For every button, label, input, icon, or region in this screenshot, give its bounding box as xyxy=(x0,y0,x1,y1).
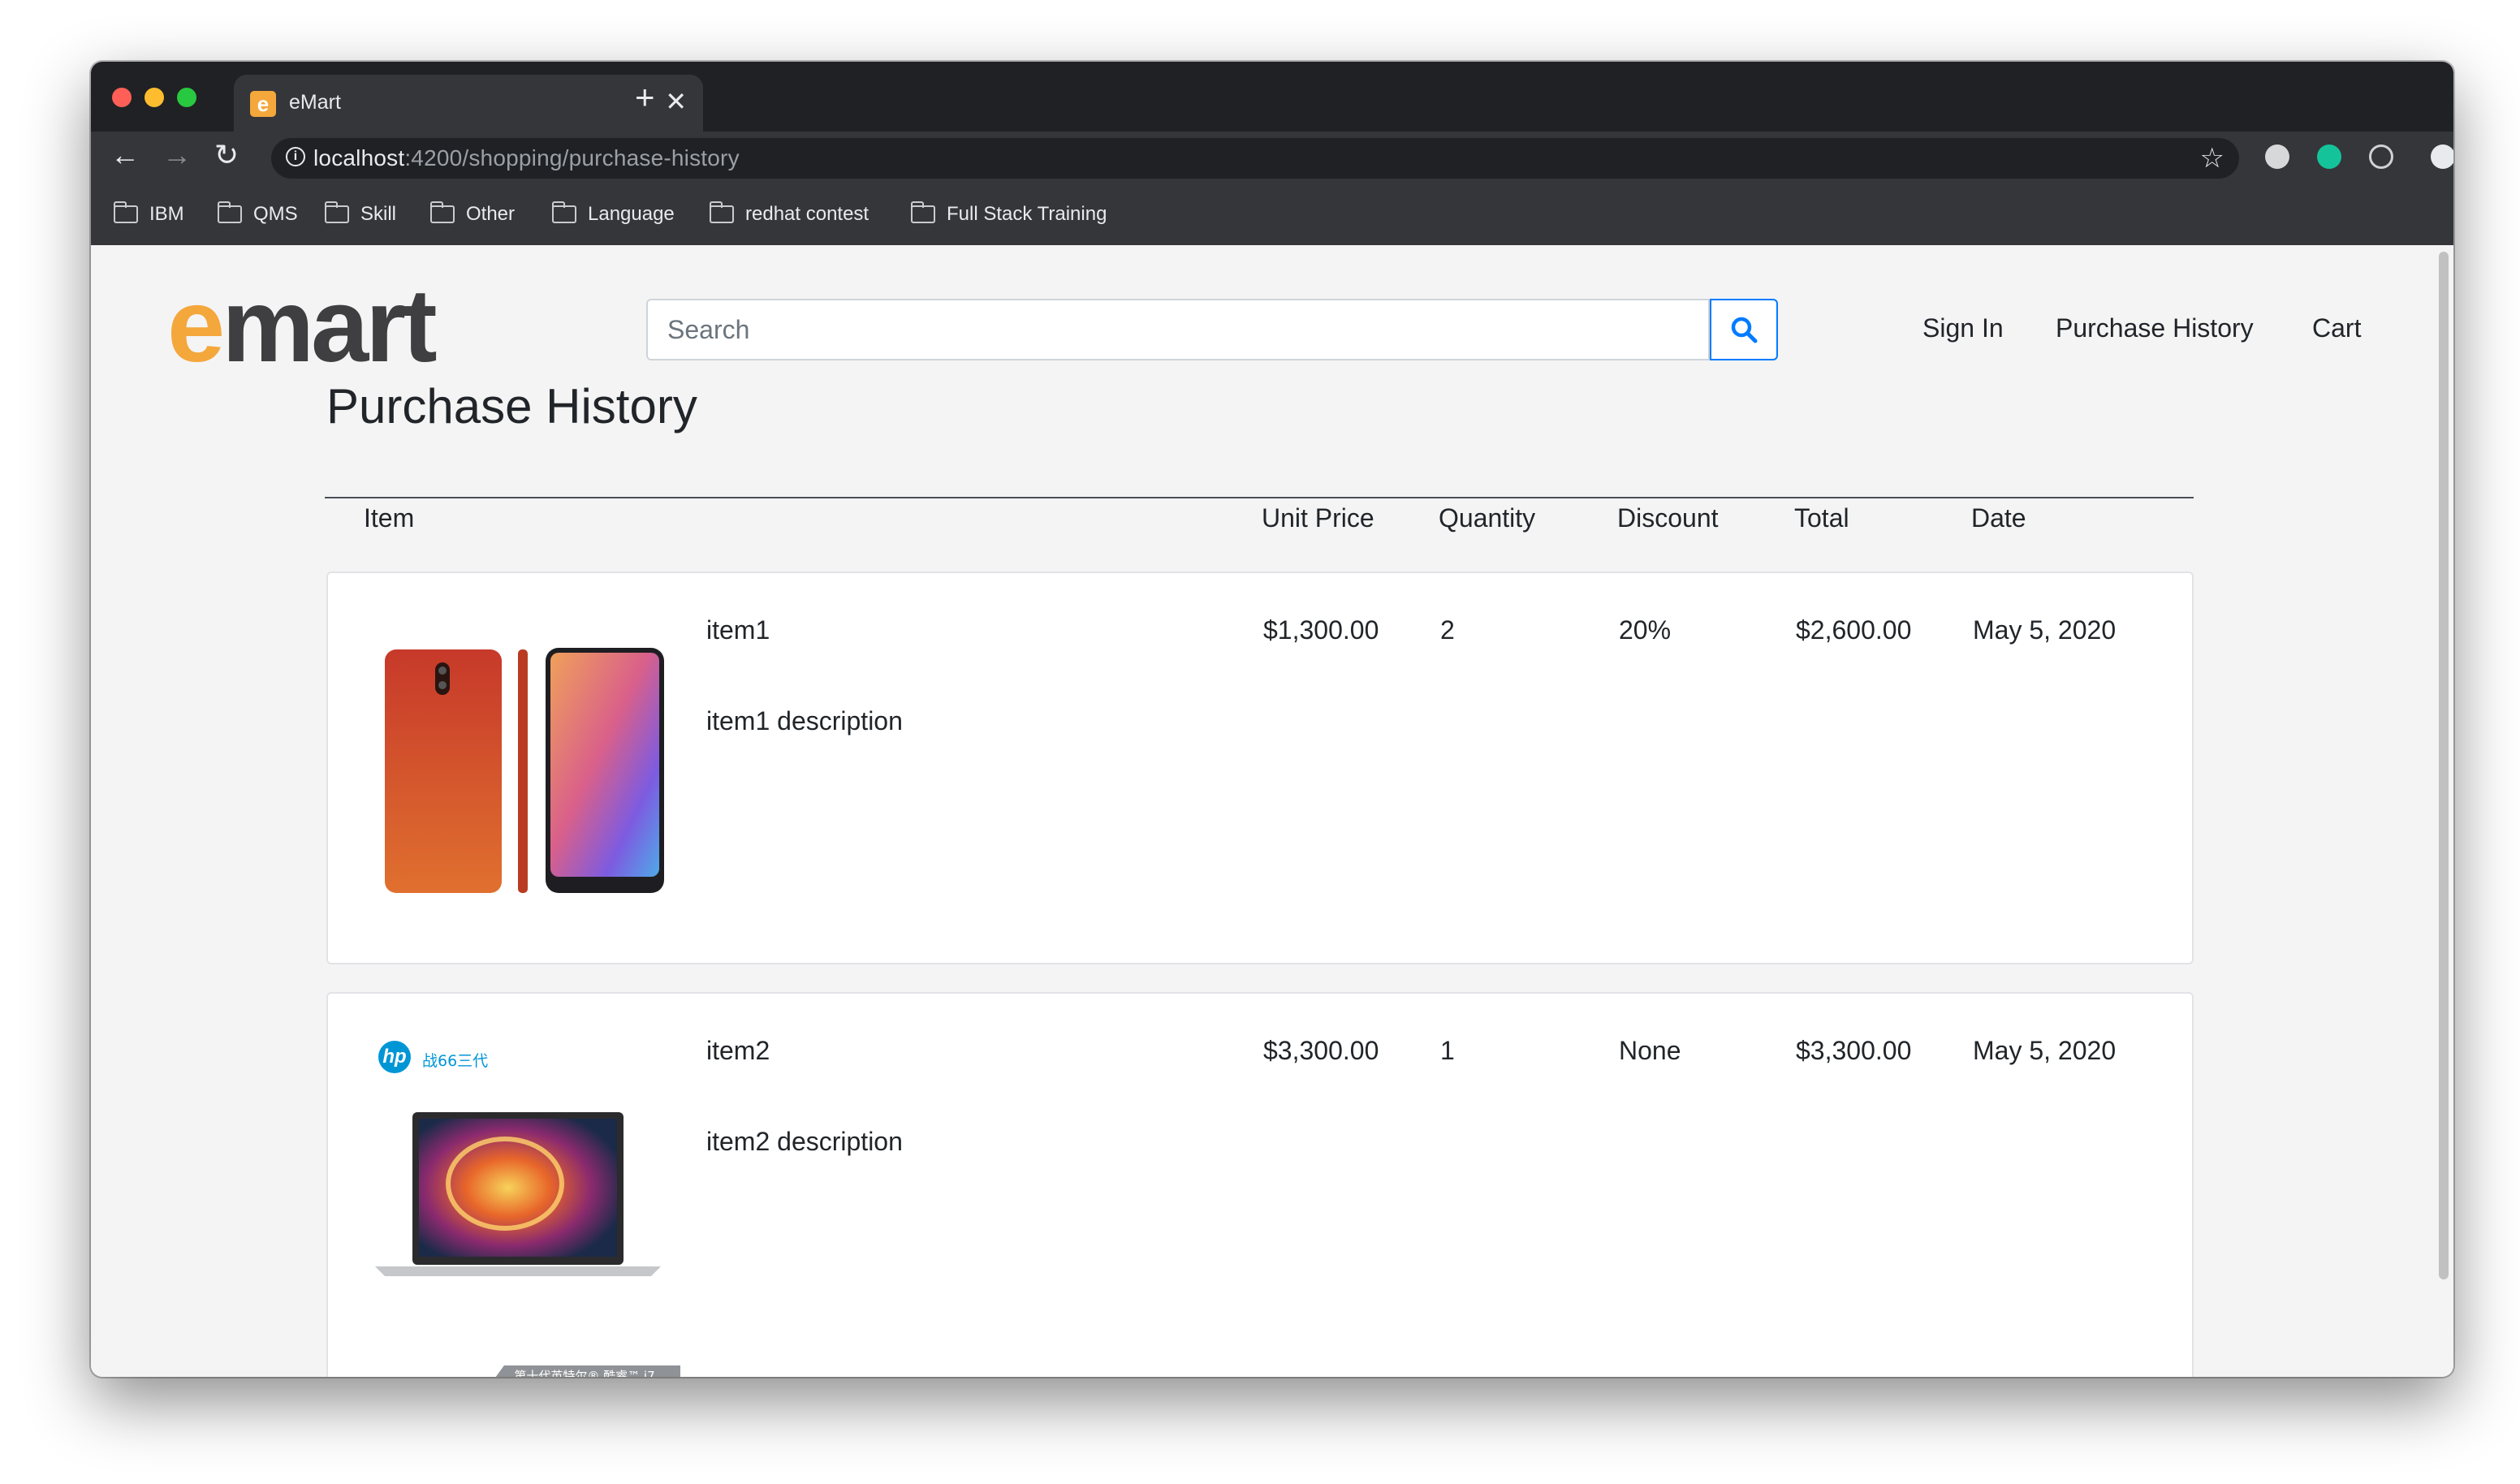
bookmark-label: Full Stack Training xyxy=(947,203,1107,225)
bookmark-label: QMS xyxy=(253,203,298,225)
bookmarks-bar: IBM QMS Skill Other Language redhat cont… xyxy=(91,183,2453,246)
bookmark-folder-skill[interactable]: Skill xyxy=(325,201,397,226)
bookmark-label: Language xyxy=(588,203,675,225)
header-divider xyxy=(325,497,2194,498)
order-item-name: item2 xyxy=(706,1036,770,1065)
bookmark-star-icon[interactable]: ☆ xyxy=(2200,142,2224,175)
window-controls xyxy=(112,88,196,107)
order-discount: None xyxy=(1619,1036,1681,1065)
page-content: emart Sign In Purchase History Cart Purc… xyxy=(91,245,2453,1377)
minimize-window-button[interactable] xyxy=(145,88,164,107)
laptop-model-text: 战66三代 xyxy=(422,1052,489,1070)
browser-tab[interactable]: e eMart ✕ xyxy=(234,75,703,132)
back-arrow-icon[interactable]: ← xyxy=(110,138,140,172)
nav-sign-in-link[interactable]: Sign In xyxy=(1922,313,2004,343)
folder-icon xyxy=(325,201,349,223)
url-text[interactable]: localhost:4200/shopping/purchase-history xyxy=(313,145,740,171)
column-header-item: Item xyxy=(364,503,415,533)
logo-letter-e: e xyxy=(167,268,225,384)
folder-icon xyxy=(430,201,455,223)
url-path: :4200/shopping/purchase-history xyxy=(404,145,740,170)
emart-favicon-icon: e xyxy=(250,91,276,117)
laptop-banner-text: 第十代英特尔® 酷睿™ i7 xyxy=(489,1365,680,1377)
laptop-illustration xyxy=(375,1112,661,1276)
nav-cart-link[interactable]: Cart xyxy=(2312,313,2361,343)
folder-icon xyxy=(911,201,935,223)
order-unit-price: $3,300.00 xyxy=(1263,1036,1379,1065)
order-item-description: item2 description xyxy=(706,1127,903,1156)
site-info-icon[interactable]: i xyxy=(286,147,305,166)
order-unit-price: $1,300.00 xyxy=(1263,615,1379,645)
order-date: May 5, 2020 xyxy=(1973,1036,2117,1065)
url-host: localhost xyxy=(313,145,405,170)
order-quantity: 1 xyxy=(1440,1036,1455,1065)
order-item-description: item1 description xyxy=(706,706,903,736)
close-window-button[interactable] xyxy=(112,88,132,107)
reload-icon[interactable]: ↻ xyxy=(214,138,239,172)
folder-icon xyxy=(218,201,242,223)
bookmark-label: Skill xyxy=(360,203,397,225)
order-item-name: item1 xyxy=(706,615,770,645)
red-smartphone-image xyxy=(385,648,664,893)
search-button[interactable] xyxy=(1710,299,1778,360)
bookmark-folder-qms[interactable]: QMS xyxy=(218,201,298,226)
column-header-date: Date xyxy=(1971,503,2026,533)
extension-record-icon[interactable] xyxy=(2265,145,2289,169)
hp-laptop-image: hp 战66三代 第十代英特尔® 酷睿™ i7 xyxy=(375,1038,684,1377)
react-devtools-icon[interactable] xyxy=(2369,145,2393,169)
order-card: item1 item1 description $1,300.00 2 20% … xyxy=(326,572,2194,964)
order-card: hp 战66三代 第十代英特尔® 酷睿™ i7 item2 item2 desc… xyxy=(326,992,2194,1377)
emart-logo[interactable]: emart xyxy=(167,274,438,378)
bookmark-label: redhat contest xyxy=(745,203,869,225)
bookmark-folder-full-stack-training[interactable]: Full Stack Training xyxy=(911,201,1107,226)
nav-purchase-history-link[interactable]: Purchase History xyxy=(2056,313,2254,343)
page-scrollbar[interactable] xyxy=(2439,252,2449,1279)
tab-strip: e eMart ✕ + xyxy=(91,62,2453,132)
logo-text: mart xyxy=(222,268,437,384)
browser-window: e eMart ✕ + ← → ↻ i localhost:4200/shopp… xyxy=(91,62,2453,1377)
new-tab-icon[interactable]: + xyxy=(635,78,655,117)
profile-avatar-icon[interactable] xyxy=(2431,145,2453,169)
tab-title: eMart xyxy=(289,91,341,114)
search-input[interactable] xyxy=(646,299,1710,360)
address-toolbar: ← → ↻ i localhost:4200/shopping/purchase… xyxy=(91,132,2453,183)
bookmark-folder-redhat-contest[interactable]: redhat contest xyxy=(710,201,869,226)
order-quantity: 2 xyxy=(1440,615,1455,645)
order-discount: 20% xyxy=(1619,615,1672,645)
close-tab-icon[interactable]: ✕ xyxy=(665,86,687,117)
column-header-discount: Discount xyxy=(1617,503,1719,533)
folder-icon xyxy=(552,201,576,223)
bookmark-folder-ibm[interactable]: IBM xyxy=(114,201,184,226)
column-header-total: Total xyxy=(1794,503,1849,533)
bookmark-label: Other xyxy=(466,203,516,225)
column-header-quantity: Quantity xyxy=(1439,503,1536,533)
hp-logo-icon: hp xyxy=(378,1041,411,1073)
bookmark-folder-language[interactable]: Language xyxy=(552,201,675,226)
order-date: May 5, 2020 xyxy=(1973,615,2117,645)
folder-icon xyxy=(114,201,138,223)
address-bar[interactable]: i localhost:4200/shopping/purchase-histo… xyxy=(271,138,2239,179)
column-header-unit-price: Unit Price xyxy=(1262,503,1374,533)
page-title: Purchase History xyxy=(326,379,697,434)
bookmark-label: IBM xyxy=(149,203,184,225)
folder-icon xyxy=(710,201,734,223)
forward-arrow-icon[interactable]: → xyxy=(162,138,192,172)
order-total: $2,600.00 xyxy=(1796,615,1912,645)
maximize-window-button[interactable] xyxy=(177,88,196,107)
search-icon xyxy=(1731,317,1758,343)
grammarly-extension-icon[interactable] xyxy=(2317,145,2341,169)
bookmark-folder-other[interactable]: Other xyxy=(430,201,516,226)
order-total: $3,300.00 xyxy=(1796,1036,1912,1065)
